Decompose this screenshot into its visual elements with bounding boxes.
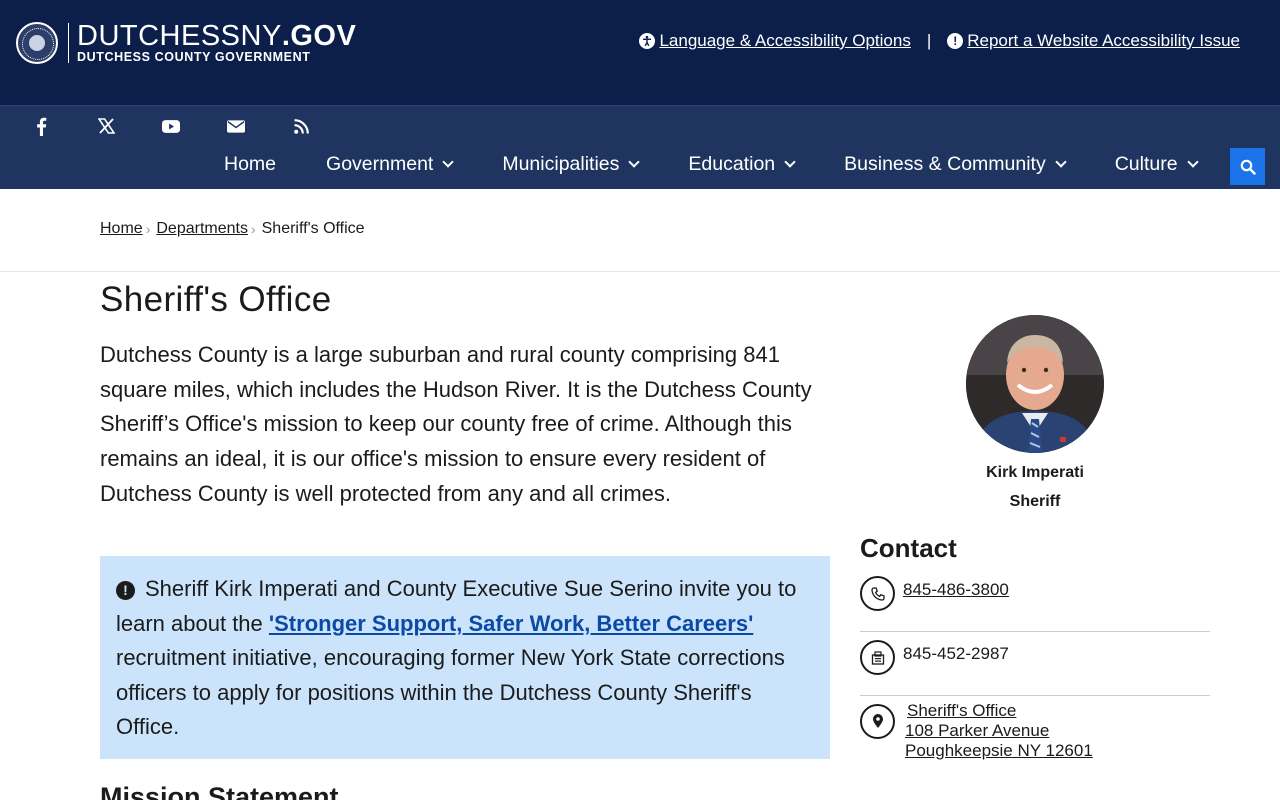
rss-icon[interactable] (292, 116, 310, 136)
recruitment-initiative-link[interactable]: 'Stronger Support, Safer Work, Better Ca… (269, 611, 753, 636)
nav-menu: Home Government Municipalities Education… (224, 153, 1247, 176)
intro-paragraph: Dutchess County is a large suburban and … (100, 342, 812, 506)
address-lines: Sheriff's Office 108 Parker Avenue Pough… (905, 701, 1093, 761)
page-title: Sheriff's Office (100, 280, 332, 319)
facebook-icon[interactable] (32, 116, 50, 136)
contact-phone: 845-486-3800 (860, 576, 1210, 611)
breadcrumb-departments-link[interactable]: Departments (156, 220, 248, 238)
phone-icon (860, 576, 895, 611)
logo-divider (68, 23, 69, 63)
language-accessibility-label: Language & Accessibility Options (659, 31, 911, 50)
sheriff-name-block: Kirk Imperati Sheriff (960, 458, 1110, 516)
county-seal-icon (16, 22, 58, 64)
fax-number: 845-452-2987 (903, 644, 1009, 663)
nav-item-label: Culture (1114, 153, 1178, 175)
contact-fax: 845-452-2987 (860, 640, 1210, 675)
nav-item-education[interactable]: Education (688, 153, 796, 176)
breadcrumb-chevron-icon: › (250, 221, 256, 237)
recruitment-alert: ! Sheriff Kirk Imperati and County Execut… (100, 556, 830, 759)
accessibility-icon (639, 33, 656, 49)
fax-icon (860, 640, 895, 675)
logo-subtitle: DUTCHESS COUNTY GOVERNMENT (77, 50, 311, 64)
address-office-link[interactable]: Sheriff's Office (907, 701, 1093, 721)
exclamation-circle-icon: ! (947, 33, 964, 49)
nav-item-label: Business & Community (844, 153, 1046, 175)
nav-item-government[interactable]: Government (326, 153, 455, 176)
breadcrumb-chevron-icon: › (145, 221, 151, 237)
logo-text: DUTCHESSNY.GOV DUTCHESS COUNTY GOVERNMEN… (77, 20, 357, 65)
breadcrumb-home-link[interactable]: Home (100, 220, 143, 238)
nav-item-label: Municipalities (502, 153, 620, 175)
youtube-icon[interactable] (162, 116, 180, 136)
breadcrumb: Home › Departments › Sheriff's Office (100, 220, 365, 238)
breadcrumb-current: Sheriff's Office (261, 220, 365, 237)
sheriff-role: Sheriff (1009, 493, 1061, 510)
contact-heading: Contact (860, 533, 957, 563)
map-marker-icon (860, 704, 895, 739)
chevron-down-icon (1055, 156, 1067, 168)
alert-text-after: recruitment initiative, encouraging form… (116, 645, 785, 740)
nav-item-culture[interactable]: Culture (1114, 153, 1199, 176)
nav-item-label: Government (326, 153, 434, 175)
site-header: DUTCHESSNY.GOV DUTCHESS COUNTY GOVERNMEN… (0, 0, 1280, 105)
nav-item-municipalities[interactable]: Municipalities (502, 153, 641, 176)
email-icon[interactable] (227, 116, 245, 136)
nav-item-label: Education (688, 153, 776, 175)
chevron-down-icon (1186, 156, 1199, 168)
mission-statement-heading: Mission Statement (100, 782, 339, 800)
breadcrumb-bar: Home › Departments › Sheriff's Office (0, 189, 1280, 272)
sheriff-portrait (966, 315, 1104, 453)
chevron-down-icon (628, 156, 641, 168)
social-links (32, 116, 357, 136)
contact-address: Sheriff's Office 108 Parker Avenue Pough… (860, 701, 1210, 761)
nav-item-label: Home (224, 153, 277, 175)
report-accessibility-link[interactable]: ! Report a Website Accessibility Issue (947, 31, 1240, 51)
sheriff-name: Kirk Imperati (986, 464, 1084, 481)
chevron-down-icon (442, 156, 455, 168)
search-button[interactable] (1230, 148, 1265, 185)
chevron-down-icon (784, 156, 796, 168)
main-navigation: Home Government Municipalities Education… (0, 105, 1280, 189)
utility-links: Language & Accessibility Options | ! Rep… (639, 31, 1240, 51)
language-accessibility-link[interactable]: Language & Accessibility Options (639, 31, 911, 51)
nav-item-home[interactable]: Home (224, 153, 276, 176)
site-logo[interactable]: DUTCHESSNY.GOV DUTCHESS COUNTY GOVERNMEN… (16, 22, 356, 64)
exclamation-circle-icon: ! (116, 580, 135, 600)
phone-link[interactable]: 845-486-3800 (903, 580, 1009, 600)
logo-wordmark: DUTCHESSNY.GOV (77, 20, 357, 52)
nav-item-business-community[interactable]: Business & Community (844, 153, 1067, 176)
x-twitter-icon[interactable] (97, 116, 115, 136)
contact-divider (860, 631, 1210, 632)
report-accessibility-label: Report a Website Accessibility Issue (967, 31, 1240, 50)
address-city-link[interactable]: Poughkeepsie NY 12601 (905, 741, 1093, 761)
address-street-link[interactable]: 108 Parker Avenue (905, 721, 1093, 741)
utility-separator: | (926, 31, 932, 50)
search-icon (1240, 159, 1256, 175)
contact-divider (860, 695, 1210, 696)
